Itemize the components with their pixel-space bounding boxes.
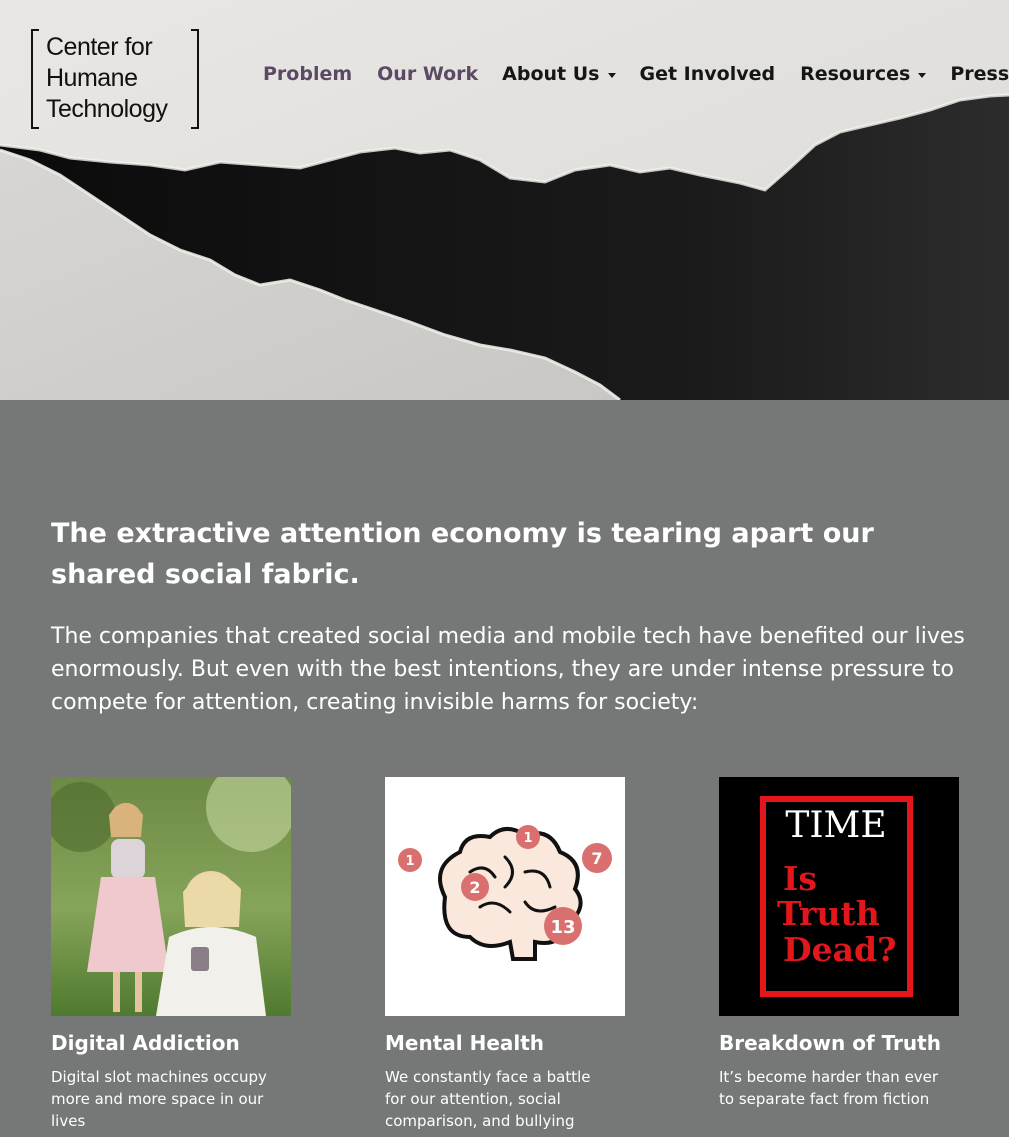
nav-label: Problem (263, 63, 353, 85)
badge-text: 7 (591, 849, 602, 868)
card-image-brain-notifications: 1 1 7 2 13 (385, 777, 625, 1016)
logo-text: Center for Humane Technology (46, 33, 168, 123)
page-headline: The extractive attention economy is tear… (51, 518, 874, 590)
cover-line: Dead? (783, 930, 896, 969)
card-digital-addiction[interactable]: Digital Addiction Digital slot machines … (51, 777, 291, 1132)
nav-label: Resources (800, 63, 911, 85)
main-nav: Problem Our Work About Us Get Involved R… (263, 63, 1009, 85)
badge-text: 1 (523, 831, 532, 846)
card-description: It’s become harder than ever to separate… (719, 1068, 939, 1108)
card-mental-health[interactable]: 1 1 7 2 13 Mental Health We constantly f… (385, 777, 625, 1132)
card-image-children-phone (51, 777, 291, 1016)
site-logo[interactable]: Center for Humane Technology (31, 29, 199, 129)
nav-label: About Us (502, 63, 600, 85)
chevron-down-icon (918, 72, 927, 78)
main-content: The extractive attention economy is tear… (0, 400, 1009, 1137)
logo-bracket-right (191, 29, 199, 129)
card-breakdown-of-truth[interactable]: TIME Is Truth Dead? Breakdown of Truth I… (719, 777, 959, 1110)
card-title[interactable]: Breakdown of Truth (719, 1030, 959, 1056)
card-description: We constantly face a battle for our atte… (385, 1068, 591, 1130)
badge-text: 13 (550, 917, 575, 938)
nav-item-resources[interactable]: Resources (800, 63, 927, 85)
nav-item-our-work[interactable]: Our Work (377, 63, 478, 85)
nav-item-problem[interactable]: Problem (263, 63, 352, 85)
badge-text: 1 (405, 854, 414, 869)
cover-line: Is (783, 859, 817, 898)
nav-label: Press (950, 63, 1009, 85)
card-image-time-cover: TIME Is Truth Dead? (719, 777, 959, 1016)
card-title[interactable]: Digital Addiction (51, 1030, 291, 1056)
card-description: Digital slot machines occupy more and mo… (51, 1068, 267, 1130)
hero-header: Center for Humane Technology Problem Our… (0, 0, 1009, 400)
logo-bracket-left (31, 29, 39, 129)
cover-line: Truth (777, 894, 880, 933)
card-title[interactable]: Mental Health (385, 1030, 625, 1056)
nav-item-get-involved[interactable]: Get Involved (640, 63, 776, 85)
intro-paragraph: The companies that created social media … (51, 624, 965, 715)
nav-label: Our Work (377, 63, 479, 85)
chevron-down-icon (607, 72, 616, 78)
time-masthead: TIME (785, 805, 886, 846)
nav-label: Get Involved (639, 63, 776, 85)
nav-item-press[interactable]: Press (950, 63, 1009, 85)
nav-item-about-us[interactable]: About Us (502, 63, 616, 85)
badge-text: 2 (469, 878, 480, 897)
